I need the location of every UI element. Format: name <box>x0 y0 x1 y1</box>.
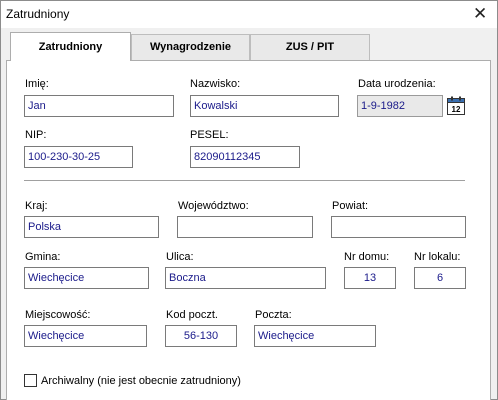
pesel-field[interactable]: 82090112345 <box>190 146 300 168</box>
nr-domu-label: Nr domu: <box>344 251 390 263</box>
nr-domu-field[interactable]: 13 <box>344 267 396 289</box>
nazwisko-field[interactable]: Kowalski <box>190 95 339 117</box>
data-urodzenia-field[interactable]: 1-9-1982 <box>357 95 443 117</box>
calendar-icon[interactable]: 12 <box>446 96 466 116</box>
data-urodzenia-label: Data urodzenia: <box>358 78 436 90</box>
gmina-field[interactable]: Wiechęcice <box>24 267 149 289</box>
nr-lokalu-label: Nr lokalu: <box>414 251 461 263</box>
close-button[interactable]: ✕ <box>463 1 497 28</box>
gmina-label: Gmina: <box>25 251 61 263</box>
separator <box>24 180 465 182</box>
kraj-field[interactable]: Polska <box>24 216 159 238</box>
title-bar: Zatrudniony ✕ <box>1 1 497 28</box>
ulica-field[interactable]: Boczna <box>165 267 326 289</box>
tab-zatrudniony[interactable]: Zatrudniony <box>10 32 131 61</box>
poczta-label: Poczta: <box>255 309 292 321</box>
close-icon: ✕ <box>473 4 488 24</box>
archiwalny-checkbox[interactable] <box>24 374 37 387</box>
imie-label: Imię: <box>25 78 49 90</box>
kraj-label: Kraj: <box>25 200 48 212</box>
imie-field[interactable]: Jan <box>24 95 174 117</box>
window-title: Zatrudniony <box>6 7 70 21</box>
archiwalny-label[interactable]: Archiwalny (nie jest obecnie zatrudniony… <box>41 375 241 387</box>
wojewodztwo-label: Województwo: <box>178 200 249 212</box>
nip-field[interactable]: 100-230-30-25 <box>24 146 133 168</box>
nazwisko-label: Nazwisko: <box>190 78 241 90</box>
nip-label: NIP: <box>25 129 47 141</box>
pesel-label: PESEL: <box>190 129 229 141</box>
wojewodztwo-field[interactable] <box>177 216 313 238</box>
powiat-label: Powiat: <box>332 200 369 212</box>
miejscowosc-field[interactable]: Wiechęcice <box>24 325 147 347</box>
miejscowosc-label: Miejscowość: <box>25 309 91 321</box>
tab-zus-pit[interactable]: ZUS / PIT <box>250 34 370 60</box>
ulica-label: Ulica: <box>166 251 194 263</box>
poczta-field[interactable]: Wiechęcice <box>254 325 376 347</box>
powiat-field[interactable] <box>331 216 466 238</box>
kod-poczt-label: Kod poczt. <box>166 309 218 321</box>
nr-lokalu-field[interactable]: 6 <box>414 267 466 289</box>
kod-poczt-field[interactable]: 56-130 <box>165 325 237 347</box>
tab-wynagrodzenie[interactable]: Wynagrodzenie <box>131 34 250 60</box>
calendar-day-text: 12 <box>452 105 461 114</box>
